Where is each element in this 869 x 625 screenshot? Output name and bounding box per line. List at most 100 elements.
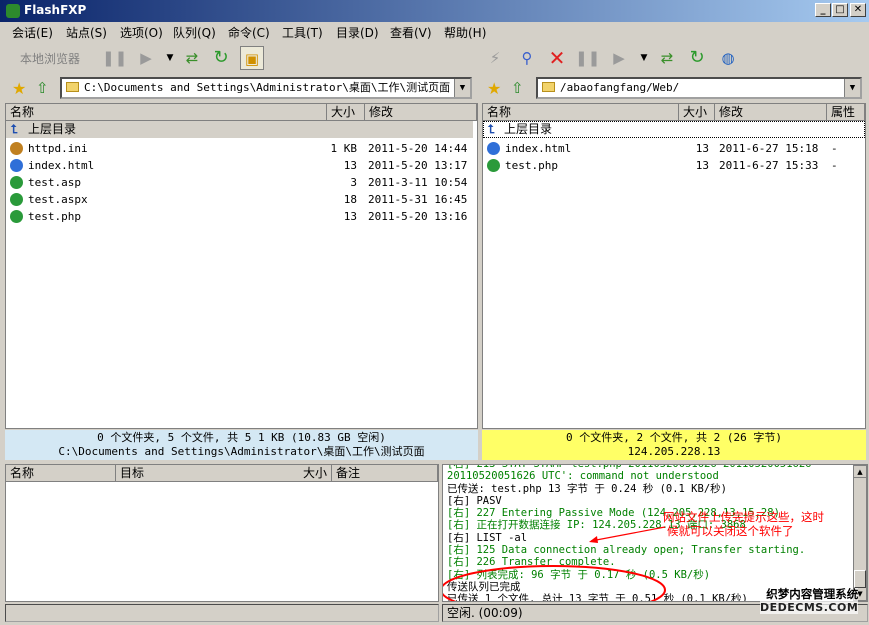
html-file-icon [487,142,500,155]
scroll-thumb[interactable] [854,570,866,588]
right-path-input[interactable]: /abaofangfang/Web/ ▼ [536,77,862,99]
chevron-down-icon[interactable]: ▼ [844,79,860,97]
file-row[interactable]: test.asp 3 2011-3-11 10:54 [6,174,473,191]
watermark: 织梦内容管理系统 DEDECMS.COM [760,587,859,614]
pause-icon[interactable]: ❚❚ [575,46,600,70]
connect-folder-icon[interactable]: ⇄ [655,46,679,70]
file-size: 13 [695,159,709,172]
connect-icon[interactable]: ⚡ [483,46,507,70]
menu-directory[interactable]: 目录(D) [336,24,379,41]
file-name: index.html [28,159,95,172]
parent-directory-label: 上层目录 [28,122,77,136]
file-size: 13 [695,142,709,155]
up-folder-icon[interactable]: ⇧ [511,79,524,97]
session-log[interactable]: [右] 213-STAT STAMP test.php 201105200516… [442,464,868,602]
bookmark-star-icon[interactable]: ★ [12,79,26,98]
menu-commands[interactable]: 命令(C) [228,24,270,41]
file-modified: 2011-5-20 13:17 [368,159,468,172]
script-file-icon [10,193,23,206]
file-name: test.php [505,159,558,172]
parent-directory-row[interactable]: ⮤ 上层目录 [6,121,473,138]
column-header-modified[interactable]: 修改 [365,104,477,121]
column-header-size[interactable]: 大小 [327,104,365,121]
file-row[interactable]: test.aspx 18 2011-5-31 16:45 [6,191,473,208]
menu-sites[interactable]: 站点(S) [66,24,107,41]
status-bar-left [5,604,439,622]
file-row[interactable]: index.html 13 2011-5-20 13:17 [6,157,473,174]
right-toolbar: ⚡ ⚲ ✕ ❚❚ ▶ ▼ ⇄ ↻ ◍ [481,42,869,72]
file-name: test.asp [28,176,81,189]
menu-help[interactable]: 帮助(H) [444,24,486,41]
file-modified: 2011-5-31 16:45 [368,193,468,206]
file-row[interactable]: test.php 13 2011-6-27 15:33- [483,157,865,174]
file-size: 1 KB [330,142,358,155]
watermark-line-1: 织梦内容管理系统 [766,587,859,601]
bookmark-star-icon[interactable]: ★ [487,79,501,98]
script-file-icon [10,176,23,189]
up-arrow-icon: ⮤ [11,122,19,136]
file-row[interactable]: index.html 13 2011-6-27 15:18- [483,140,865,157]
file-size: 3 [350,176,357,189]
column-header-attributes[interactable]: 属性 [827,104,865,121]
column-header-name[interactable]: 名称 [6,104,327,121]
chevron-down-icon[interactable]: ▼ [158,46,182,70]
remote-file-list[interactable]: 名称 大小 修改 属性 ⮤ 上层目录 index.html 13 2011-6-27… [482,103,866,429]
file-name: index.html [505,142,572,155]
local-status-panel: 0 个文件夹, 5 个文件, 共 5 1 KB (10.83 GB 空闲) C:… [5,430,478,460]
queue-column-name[interactable]: 名称 [6,465,116,482]
connection-status: 空闲. (00:09) [447,606,523,620]
annotation-arrow [590,526,666,542]
file-row[interactable]: test.php 13 2011-5-20 13:16 [6,208,473,225]
menu-queue[interactable]: 队列(Q) [173,24,216,41]
connect-folder-icon[interactable]: ⇄ [180,46,204,70]
disconnect-icon[interactable]: ⚲ [515,46,539,70]
local-status-summary: 0 个文件夹, 5 个文件, 共 5 1 KB (10.83 GB 空闲) [97,431,386,444]
file-row[interactable]: httpd.ini 1 KB 2011-5-20 14:44 [6,140,473,157]
scroll-up-icon[interactable]: ▲ [854,466,866,478]
transfer-icon[interactable]: ▶ [607,46,631,70]
file-attributes: - [831,159,838,172]
abort-icon[interactable]: ✕ [545,46,569,70]
close-button[interactable]: ✕ [850,3,866,17]
file-modified: 2011-6-27 15:18 [719,142,819,155]
file-name: test.aspx [28,193,88,206]
right-path-text: /abaofangfang/Web/ [560,81,680,94]
menu-options[interactable]: 选项(O) [120,24,163,41]
chevron-down-icon[interactable]: ▼ [632,46,656,70]
log-scrollbar[interactable]: ▲ ▼ [853,465,867,601]
file-modified: 2011-5-20 14:44 [368,142,468,155]
file-modified: 2011-6-27 15:33 [719,159,819,172]
window-title: FlashFXP [24,3,87,17]
menu-bar: 会话(E) 站点(S) 选项(O) 队列(Q) 命令(C) 工具(T) 目录(D… [0,22,869,42]
folder-icon [542,82,555,92]
column-header-modified[interactable]: 修改 [715,104,827,121]
chevron-down-icon[interactable]: ▼ [454,79,470,97]
local-folder-icon[interactable]: ▣ [240,46,264,70]
globe-icon[interactable]: ◍ [716,46,740,70]
left-path-input[interactable]: C:\Documents and Settings\Administrator\… [60,77,472,99]
menu-session[interactable]: 会话(E) [12,24,53,41]
remote-status-summary: 0 个文件夹, 2 个文件, 共 2 (26 字节) [566,431,782,444]
transfer-icon[interactable]: ▶ [134,46,158,70]
pause-icon[interactable]: ❚❚ [102,46,127,70]
parent-directory-row[interactable]: ⮤ 上层目录 [483,121,865,138]
file-attributes: - [831,142,838,155]
maximize-button[interactable]: □ [832,3,848,17]
transfer-queue[interactable]: 名称 目标 大小 备注 [5,464,439,602]
column-header-name[interactable]: 名称 [483,104,679,121]
title-bar: FlashFXP _ □ ✕ [0,0,869,22]
menu-view[interactable]: 查看(V) [390,24,432,41]
up-folder-icon[interactable]: ⇧ [36,79,49,97]
refresh-icon[interactable]: ↻ [209,46,233,70]
queue-column-size[interactable]: 大小 [296,465,332,482]
file-modified: 2011-3-11 10:54 [368,176,468,189]
column-header-size[interactable]: 大小 [679,104,715,121]
refresh-icon[interactable]: ↻ [685,46,709,70]
queue-column-notes[interactable]: 备注 [332,465,438,482]
menu-tools[interactable]: 工具(T) [282,24,323,41]
minimize-button[interactable]: _ [815,3,831,17]
parent-directory-label: 上层目录 [504,122,553,136]
local-browser-button[interactable]: 本地浏览器 [20,50,80,67]
local-file-list[interactable]: 名称 大小 修改 ⮤ 上层目录 httpd.ini 1 KB 2011-5-20 1… [5,103,478,429]
watermark-line-2: DEDECMS.COM [760,601,859,614]
